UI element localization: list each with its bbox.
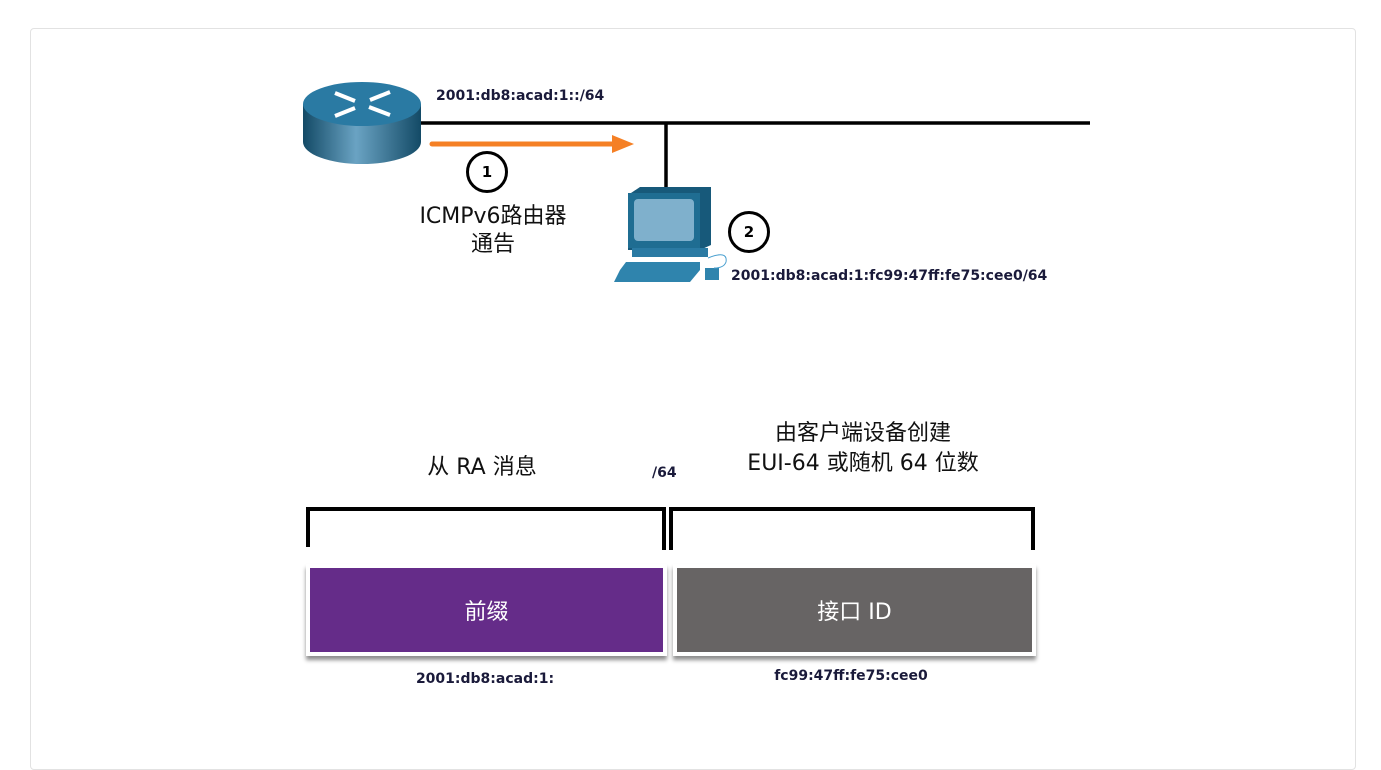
step-1-badge: 1 [466,151,508,193]
ra-arrow [429,135,634,153]
right-caption-line2: EUI-64 或随机 64 位数 [747,451,979,476]
prefix-length-label: /64 [652,465,677,481]
ra-message-label: ICMPv6路由器 通告 [393,203,593,259]
prefix-bracket [306,507,666,550]
right-caption: 由客户端设备创建 EUI-64 或随机 64 位数 [713,419,1013,479]
interface-id-box-label: 接口 ID [817,600,892,625]
step-2-badge: 2 [728,211,770,253]
host-address-label: 2001:db8:acad:1:fc99:47ff:fe75:cee0/64 [731,268,1048,284]
right-caption-line1: 由客户端设备创建 [774,421,951,446]
interface-id-value: fc99:47ff:fe75:cee0 [774,668,928,684]
interface-id-box: 接口 ID [673,564,1036,656]
interface-id-bracket [669,507,1035,550]
router-icon [303,82,421,164]
ra-label-line2: 通告 [470,232,515,257]
left-caption: 从 RA 消息 [427,455,537,480]
prefix-box: 前缀 [306,564,667,656]
prefix-value: 2001:db8:acad:1: [415,671,555,687]
pc-icon [614,187,727,282]
ra-label-line1: ICMPv6路由器 [419,204,567,229]
prefix-box-label: 前缀 [464,600,509,625]
network-prefix-label: 2001:db8:acad:1::/64 [436,88,605,104]
